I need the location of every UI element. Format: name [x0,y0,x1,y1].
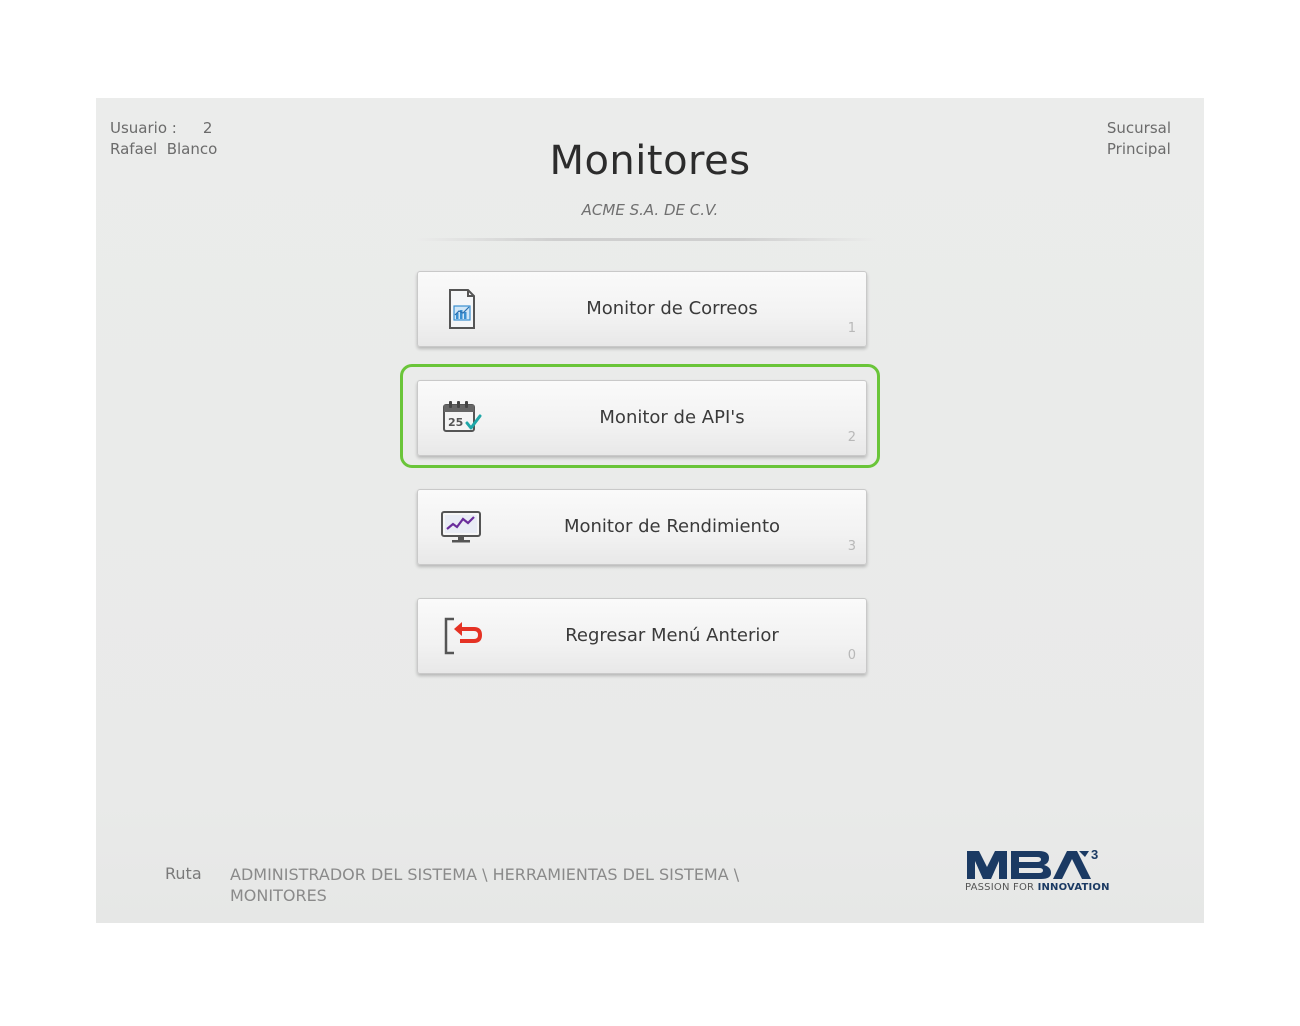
shortcut-key: 3 [847,539,856,554]
user-label: Usuario : [110,119,177,137]
monitor-apis-button[interactable]: 25 Monitor de API's 2 [417,380,867,456]
logo-superscript: 3 [1091,847,1098,862]
user-id: 2 [202,119,213,137]
shortcut-key: 2 [847,430,856,445]
menu-item-label: Monitor de Correos [586,298,758,319]
page-title: Monitores [549,138,751,184]
monitor-correos-button[interactable]: Monitor de Correos 1 [417,271,867,347]
header-divider [416,238,876,241]
svg-text:25: 25 [448,416,463,429]
logo-tagline: PASSION FOR INNOVATION [965,882,1110,893]
branch-label: Sucursal [1106,119,1171,137]
monitor-rendimiento-button[interactable]: Monitor de Rendimiento 3 [417,489,867,565]
menu-item-label: Monitor de Rendimiento [563,516,781,537]
main-screen: Usuario :2 Rafael Blanco Sucursal Princi… [96,98,1204,923]
shortcut-key: 1 [847,321,856,336]
menu-item-label: Regresar Menú Anterior [565,625,779,646]
tagline-prefix: PASSION FOR [965,882,1038,893]
tagline-bold: INNOVATION [1037,882,1110,893]
breadcrumb: ADMINISTRADOR DEL SISTEMA \ HERRAMIENTAS… [230,865,740,905]
shortcut-key: 0 [847,648,856,663]
route-label: Ruta [165,864,202,883]
regresar-menu-button[interactable]: Regresar Menú Anterior 0 [417,598,867,674]
menu-item-label: Monitor de API's [599,407,745,428]
company-name: ACME S.A. DE C.V. [581,201,719,219]
